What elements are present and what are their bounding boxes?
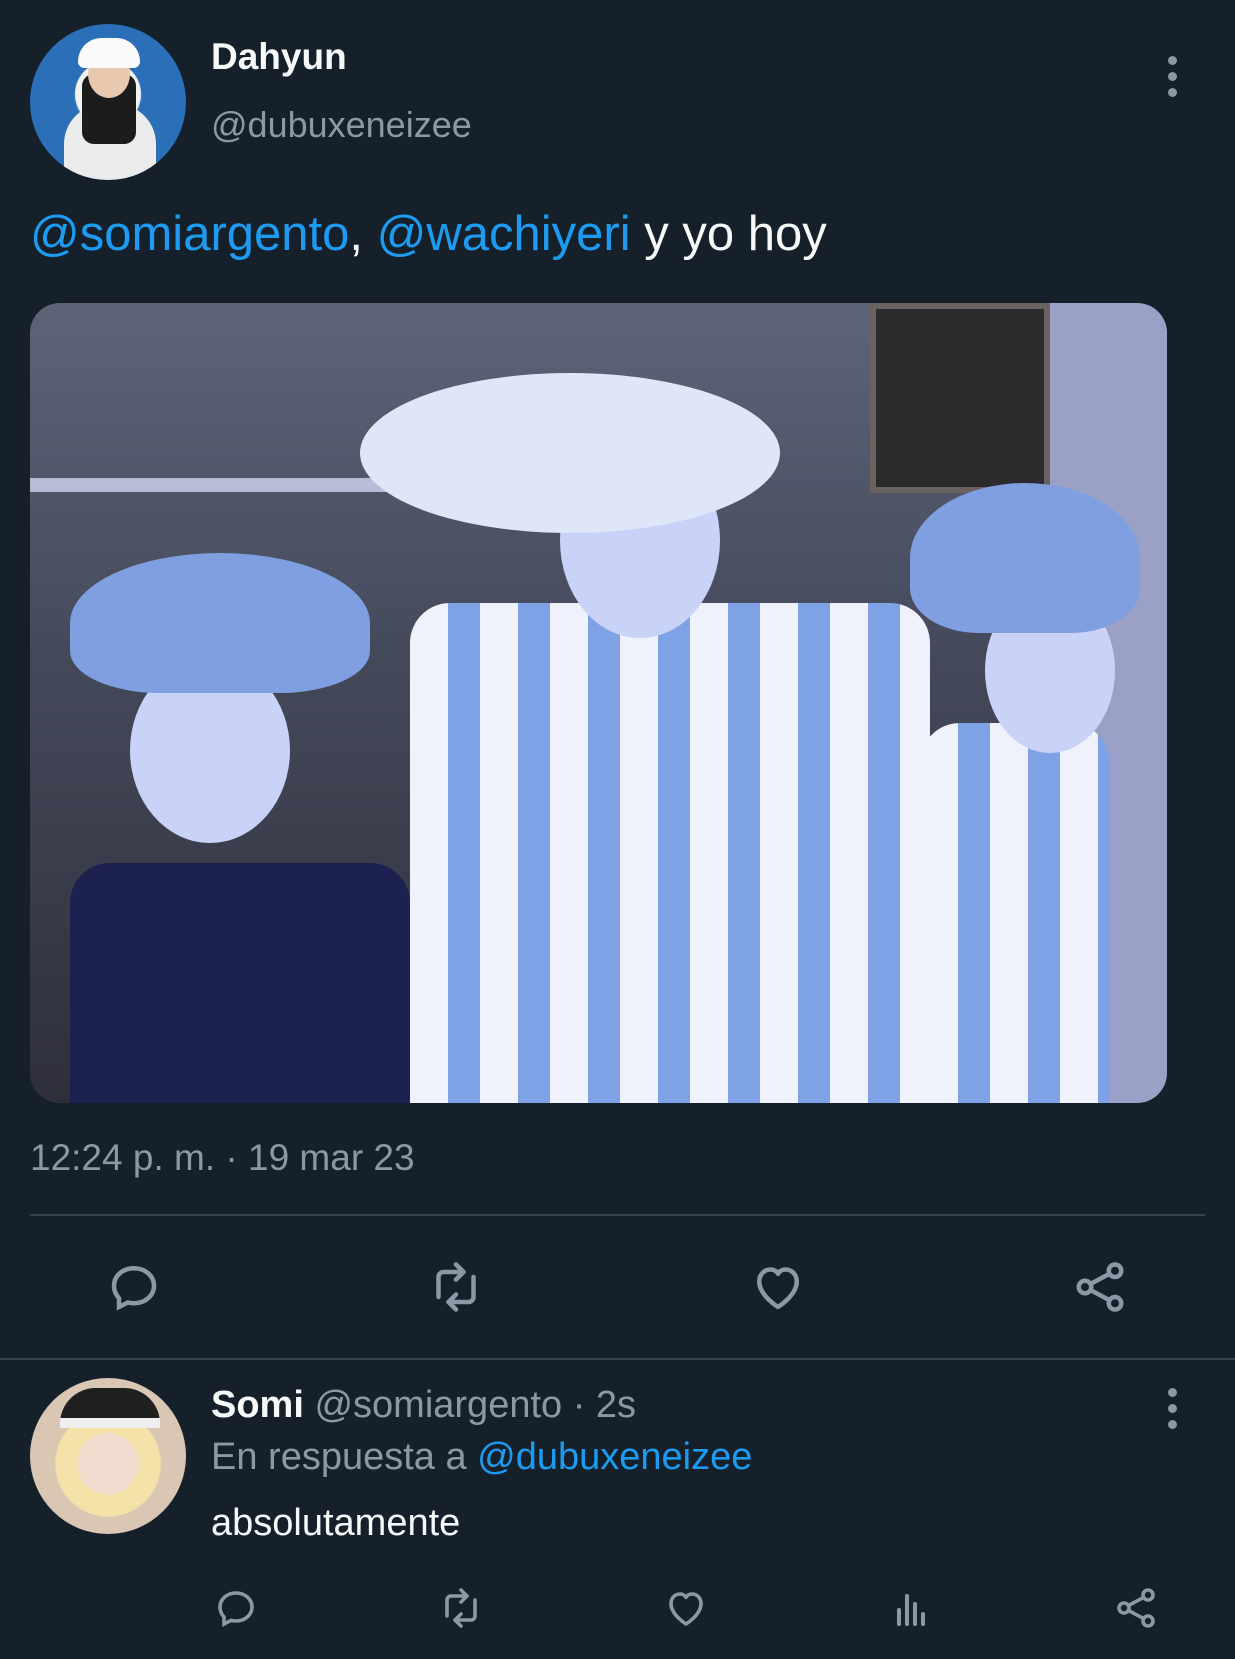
reply-author-handle[interactable]: @somiargento · 2s <box>304 1384 636 1426</box>
divider <box>30 1214 1205 1216</box>
tweet-text-separator: , <box>349 207 377 261</box>
reply-icon[interactable] <box>206 1578 266 1638</box>
mention-link[interactable]: @dubuxeneizee <box>477 1436 752 1478</box>
reply-header: Somi @somiargento · 2s <box>211 1384 636 1427</box>
share-icon[interactable] <box>1070 1257 1130 1317</box>
more-options-icon[interactable] <box>1162 56 1182 97</box>
mention-link[interactable]: @somiargento <box>30 207 349 261</box>
reply-icon[interactable] <box>104 1257 164 1317</box>
reply-context: En respuesta a @dubuxeneizee <box>211 1436 752 1479</box>
tweet-text: @somiargento, @wachiyeri y yo hoy <box>30 206 827 262</box>
retweet-icon[interactable] <box>431 1578 491 1638</box>
share-icon[interactable] <box>1106 1578 1166 1638</box>
reply-author-avatar[interactable] <box>30 1378 186 1534</box>
author-avatar[interactable] <box>30 24 186 180</box>
like-icon[interactable] <box>656 1578 716 1638</box>
tweet-timestamp[interactable]: 12:24 p. m. · 19 mar 23 <box>30 1137 415 1179</box>
like-icon[interactable] <box>748 1257 808 1317</box>
divider <box>0 1358 1235 1360</box>
author-name[interactable]: Dahyun <box>211 36 347 78</box>
reply-author-name[interactable]: Somi <box>211 1384 304 1426</box>
mention-link[interactable]: @wachiyeri <box>377 207 631 261</box>
tweet-text-rest: y yo hoy <box>630 207 827 261</box>
reply-context-label: En respuesta a <box>211 1436 478 1478</box>
tweet-photo[interactable] <box>30 303 1167 1103</box>
analytics-icon[interactable] <box>881 1578 941 1638</box>
more-options-icon[interactable] <box>1162 1388 1182 1429</box>
retweet-icon[interactable] <box>426 1257 486 1317</box>
author-handle[interactable]: @dubuxeneizee <box>211 104 472 146</box>
reply-text: absolutamente <box>211 1502 461 1544</box>
main-tweet: Dahyun @dubuxeneizee @somiargento, @wach… <box>0 0 1235 1360</box>
